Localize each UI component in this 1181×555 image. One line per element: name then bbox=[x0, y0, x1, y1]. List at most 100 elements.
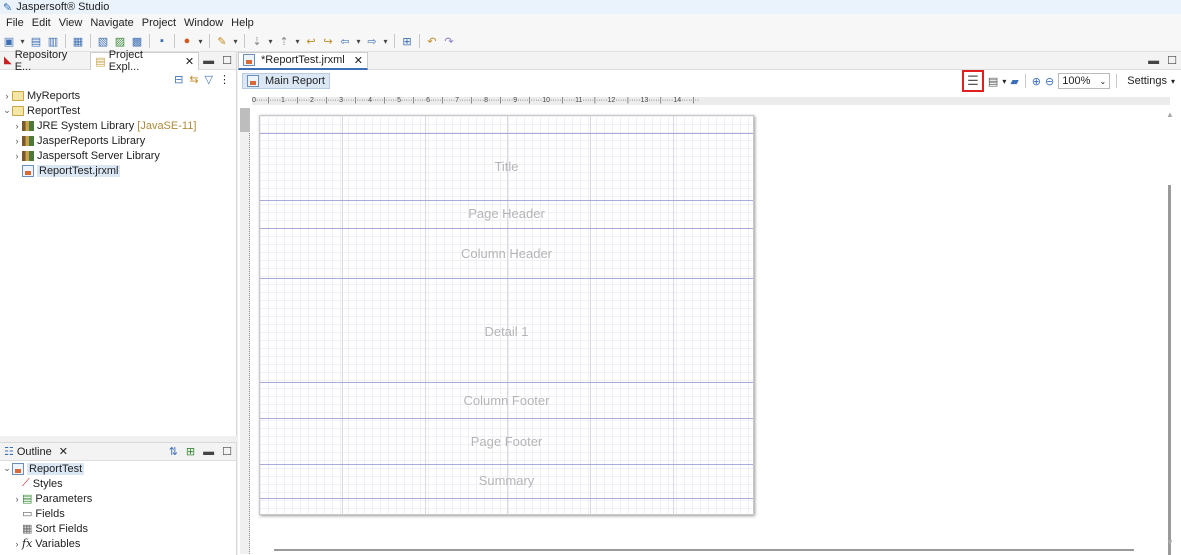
new-icon[interactable]: ▣ bbox=[2, 34, 16, 48]
open-perspective-icon[interactable]: ⊞ bbox=[400, 34, 414, 48]
menu-project[interactable]: Project bbox=[138, 17, 180, 29]
band-detail[interactable]: Detail 1 bbox=[260, 324, 753, 339]
dropdown-icon[interactable]: ▾ bbox=[19, 34, 26, 48]
next-annotation-icon[interactable]: ⇣ bbox=[250, 34, 264, 48]
dropdown-icon[interactable]: ▾ bbox=[355, 34, 362, 48]
forward-icon[interactable]: ⇨ bbox=[365, 34, 379, 48]
outline-item-variables[interactable]: › fx Variables bbox=[2, 536, 236, 551]
dropdown-icon[interactable]: ▾ bbox=[197, 34, 204, 48]
zoom-in-icon[interactable]: ⊕ bbox=[1032, 75, 1041, 88]
outline-item-root[interactable]: ⌄ ReportTest bbox=[2, 461, 236, 476]
link-editor-icon[interactable]: ⇆ bbox=[189, 73, 198, 86]
menu-window[interactable]: Window bbox=[180, 17, 227, 29]
chevron-down-icon[interactable]: ⌄ bbox=[2, 463, 12, 474]
band-separator[interactable] bbox=[260, 133, 753, 134]
undo-icon[interactable]: ↶ bbox=[425, 34, 439, 48]
band-page-footer[interactable]: Page Footer bbox=[260, 434, 753, 449]
band-separator[interactable] bbox=[260, 382, 753, 383]
tab-outline[interactable]: ☷ Outline ✕ bbox=[0, 443, 72, 461]
horizontal-scrollbar[interactable] bbox=[274, 549, 1134, 551]
chevron-right-icon[interactable]: › bbox=[12, 494, 22, 504]
outline-item-parameters[interactable]: › ▤ Parameters bbox=[2, 491, 236, 506]
save-icon[interactable]: ▤ bbox=[29, 34, 43, 48]
band-separator[interactable] bbox=[260, 498, 753, 499]
vertical-scroll-thumb[interactable] bbox=[1168, 185, 1171, 555]
band-separator[interactable] bbox=[260, 278, 753, 279]
dropdown-icon[interactable]: ▾ bbox=[1002, 77, 1006, 86]
band-separator[interactable] bbox=[260, 464, 753, 465]
outline-item-sort-fields[interactable]: ▦ Sort Fields bbox=[2, 521, 236, 536]
close-icon[interactable]: ✕ bbox=[59, 445, 68, 458]
wizard-icon[interactable]: ▩ bbox=[130, 34, 144, 48]
run-report-icon[interactable]: ▨ bbox=[113, 34, 127, 48]
band-title[interactable]: Title bbox=[260, 159, 753, 174]
menu-edit[interactable]: Edit bbox=[28, 17, 55, 29]
scroll-down-icon[interactable]: ▼ bbox=[1166, 538, 1174, 547]
tree-item-myreports[interactable]: › MyReports bbox=[2, 88, 236, 103]
tree-item-jasperreports-library[interactable]: › JasperReports Library bbox=[2, 133, 236, 148]
band-summary[interactable]: Summary bbox=[260, 473, 753, 488]
outline-item-fields[interactable]: ▭ Fields bbox=[2, 506, 236, 521]
outline-item-styles[interactable]: ⟋ Styles bbox=[2, 476, 236, 491]
prev-annotation-icon[interactable]: ⇡ bbox=[277, 34, 291, 48]
redo-icon[interactable]: ↷ bbox=[442, 34, 456, 48]
menu-help[interactable]: Help bbox=[227, 17, 258, 29]
view-menu-icon[interactable]: ⋮ bbox=[219, 73, 230, 86]
main-report-breadcrumb[interactable]: Main Report bbox=[242, 73, 330, 89]
tree-item-reporttest-jrxml[interactable]: ReportTest.jrxml bbox=[2, 163, 236, 178]
menu-view[interactable]: View bbox=[55, 17, 87, 29]
close-icon[interactable]: ✕ bbox=[185, 55, 194, 68]
report-canvas[interactable]: Title Page Header Column Header Detail 1… bbox=[259, 115, 754, 515]
chevron-right-icon[interactable]: › bbox=[12, 539, 22, 549]
print-icon[interactable]: ▦ bbox=[71, 34, 85, 48]
export-icon[interactable]: ▤ bbox=[988, 75, 998, 88]
back-icon[interactable]: ⇦ bbox=[338, 34, 352, 48]
tree-item-jre-library[interactable]: › JRE System Library [JavaSE-11] bbox=[2, 118, 236, 133]
band-separator[interactable] bbox=[260, 228, 753, 229]
dropdown-icon[interactable]: ▾ bbox=[1171, 77, 1175, 86]
collapse-all-icon[interactable]: ⊟ bbox=[174, 73, 183, 86]
pencil-icon[interactable]: ✎ bbox=[215, 34, 229, 48]
chevron-down-icon[interactable]: ⌄ bbox=[2, 105, 12, 116]
filter-icon[interactable]: ▽ bbox=[205, 73, 213, 86]
band-separator[interactable] bbox=[260, 418, 753, 419]
last-edit-icon[interactable]: ↩ bbox=[304, 34, 318, 48]
chevron-right-icon[interactable]: › bbox=[12, 151, 22, 161]
band-column-header[interactable]: Column Header bbox=[260, 246, 753, 261]
tab-reporttest-jrxml[interactable]: *ReportTest.jrxml ✕ bbox=[238, 51, 368, 70]
dropdown-icon[interactable]: ▾ bbox=[382, 34, 389, 48]
ruler-scroll-thumb[interactable] bbox=[240, 108, 250, 132]
maximize-icon[interactable]: ☐ bbox=[218, 54, 236, 67]
menu-navigate[interactable]: Navigate bbox=[86, 17, 137, 29]
maximize-icon[interactable]: ☐ bbox=[1163, 54, 1181, 67]
scroll-up-icon[interactable]: ▲ bbox=[1166, 110, 1174, 119]
publish-icon[interactable]: ▪ bbox=[155, 34, 169, 48]
tab-project-explorer[interactable]: ▤ Project Expl... ✕ bbox=[90, 49, 200, 73]
compile-icon[interactable]: ▧ bbox=[96, 34, 110, 48]
band-page-header[interactable]: Page Header bbox=[260, 206, 753, 221]
close-icon[interactable]: ✕ bbox=[354, 54, 363, 67]
settings-menu[interactable]: Settings bbox=[1127, 75, 1167, 87]
chevron-right-icon[interactable]: › bbox=[12, 121, 22, 131]
zoom-select[interactable]: 100% ⌄ bbox=[1058, 73, 1111, 89]
menu-file[interactable]: File bbox=[2, 17, 28, 29]
show-bands-button[interactable]: ☰ bbox=[961, 70, 984, 92]
band-separator[interactable] bbox=[260, 200, 753, 201]
minimize-icon[interactable]: ▬ bbox=[199, 446, 218, 458]
dropdown-icon[interactable]: ▾ bbox=[232, 34, 239, 48]
tree-item-jaspersoft-server-library[interactable]: › Jaspersoft Server Library bbox=[2, 148, 236, 163]
debug-icon[interactable]: ● bbox=[180, 34, 194, 48]
forward-edit-icon[interactable]: ↪ bbox=[321, 34, 335, 48]
sort-icon[interactable]: ⇅ bbox=[165, 445, 182, 458]
chevron-right-icon[interactable]: › bbox=[12, 136, 22, 146]
tab-repository-explorer[interactable]: ◣ Repository E... bbox=[0, 49, 90, 73]
zoom-out-icon[interactable]: ⊖ bbox=[1045, 75, 1054, 88]
save-all-icon[interactable]: ▥ bbox=[46, 34, 60, 48]
minimize-icon[interactable]: ▬ bbox=[1144, 55, 1163, 67]
minimize-icon[interactable]: ▬ bbox=[199, 55, 218, 67]
dropdown-icon[interactable]: ▾ bbox=[294, 34, 301, 48]
tree-item-reporttest[interactable]: ⌄ ReportTest bbox=[2, 103, 236, 118]
maximize-icon[interactable]: ☐ bbox=[218, 445, 236, 458]
dropdown-icon[interactable]: ▾ bbox=[267, 34, 274, 48]
chevron-right-icon[interactable]: › bbox=[2, 91, 12, 101]
